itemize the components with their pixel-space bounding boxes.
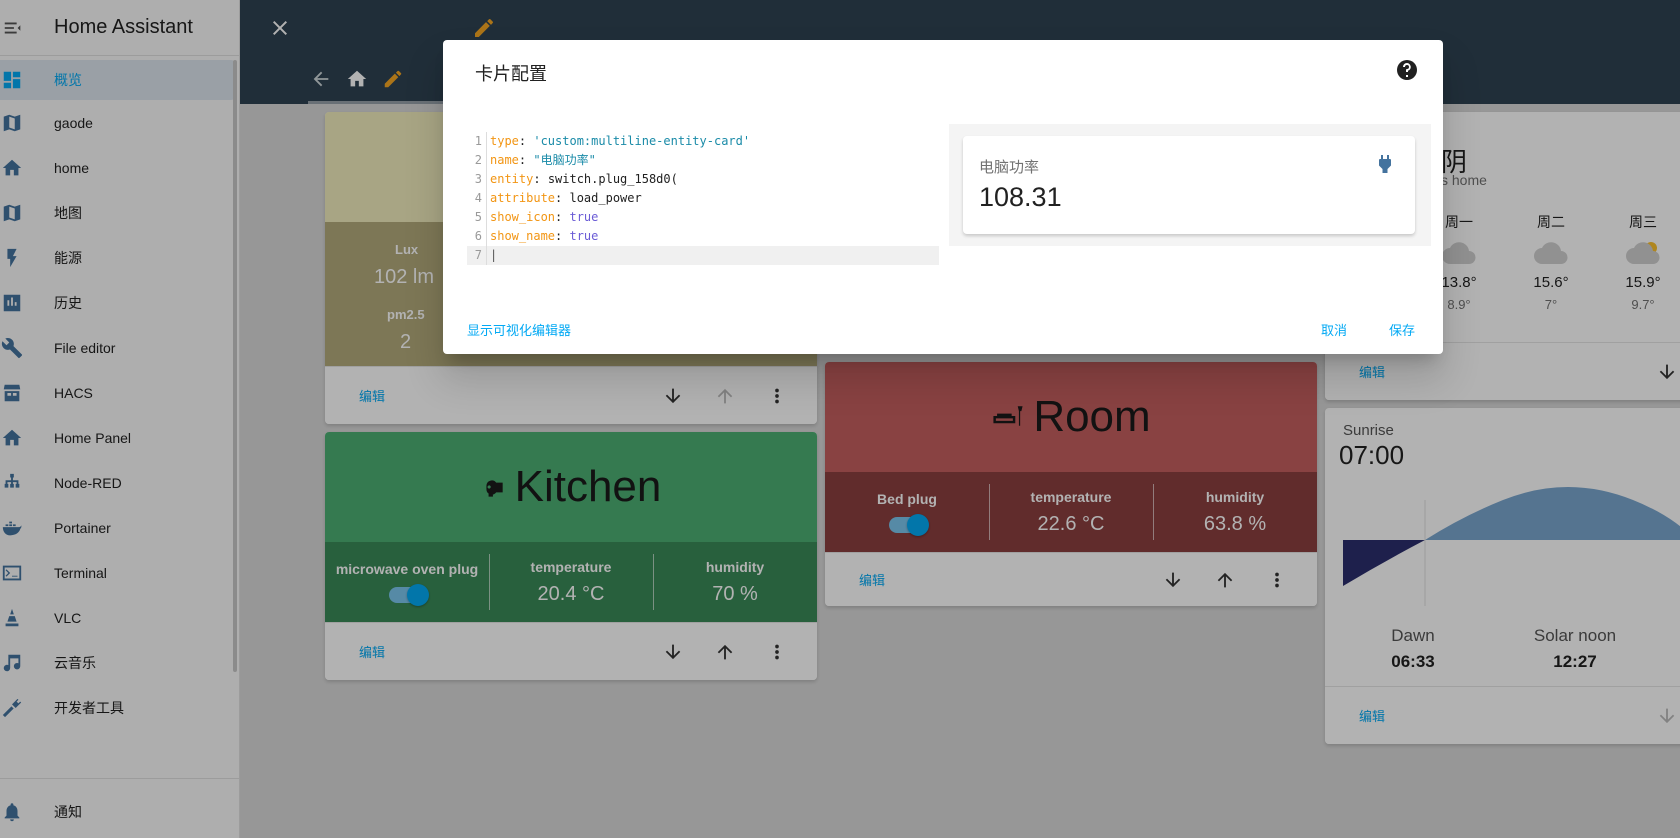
line-number: 5	[467, 208, 487, 227]
save-button[interactable]: 保存	[1389, 320, 1415, 339]
line-number: 6	[467, 227, 487, 246]
dialog-title: 卡片配置	[475, 64, 547, 84]
yaml-code-editor[interactable]: 1 type: 'custom:multiline-entity-card' 2 na…	[467, 132, 939, 282]
preview-entity-value: 108.31	[979, 182, 1062, 212]
code-text: name: "电脑功率"	[490, 153, 596, 167]
yaml-key: show_icon	[490, 210, 556, 224]
line-number: 2	[467, 151, 487, 170]
yaml-key: type	[490, 134, 519, 148]
power-plug-icon	[1373, 152, 1397, 176]
yaml-key: name	[490, 153, 519, 167]
line-number: 7	[467, 246, 487, 265]
yaml-key: entity	[490, 172, 534, 186]
line-number: 1	[467, 132, 487, 151]
code-line[interactable]: 2 name: "电脑功率"	[467, 151, 939, 170]
code-line[interactable]: 1 type: 'custom:multiline-entity-card'	[467, 132, 939, 151]
code-line[interactable]: 5 show_icon: true	[467, 208, 939, 227]
code-text: attribute: load_power	[490, 191, 642, 205]
preview-card: 电脑功率 108.31	[963, 136, 1415, 234]
yaml-value: switch.plug_158d0(	[547, 172, 678, 186]
line-number: 4	[467, 189, 487, 208]
code-line[interactable]: 7 |	[467, 246, 939, 265]
code-line[interactable]: 6 show_name: true	[467, 227, 939, 246]
cancel-button[interactable]: 取消	[1321, 320, 1347, 339]
code-text: show_name: true	[490, 229, 599, 243]
yaml-key: show_name	[490, 229, 556, 243]
line-number: 3	[467, 170, 487, 189]
code-text: entity: switch.plug_158d0(	[490, 172, 678, 186]
preview-entity-name: 电脑功率	[979, 159, 1040, 176]
card-config-dialog: 卡片配置 1 type: 'custom:multiline-entity-car…	[443, 40, 1443, 354]
yaml-value: load_power	[569, 191, 642, 205]
yaml-value: true	[569, 229, 599, 243]
yaml-key: attribute	[490, 191, 556, 205]
help-icon[interactable]	[1395, 58, 1419, 82]
code-text: show_icon: true	[490, 210, 599, 224]
code-line[interactable]: 3 entity: switch.plug_158d0(	[467, 170, 939, 189]
show-visual-editor-button[interactable]: 显示可视化编辑器	[467, 320, 571, 339]
yaml-value: 'custom:multiline-entity-card'	[533, 134, 751, 148]
code-text: type: 'custom:multiline-entity-card'	[490, 134, 751, 148]
yaml-value: "电脑功率"	[533, 153, 596, 167]
sidebar-scrim	[0, 0, 240, 838]
yaml-value: true	[569, 210, 599, 224]
code-line[interactable]: 4 attribute: load_power	[467, 189, 939, 208]
code-text: |	[490, 248, 498, 262]
